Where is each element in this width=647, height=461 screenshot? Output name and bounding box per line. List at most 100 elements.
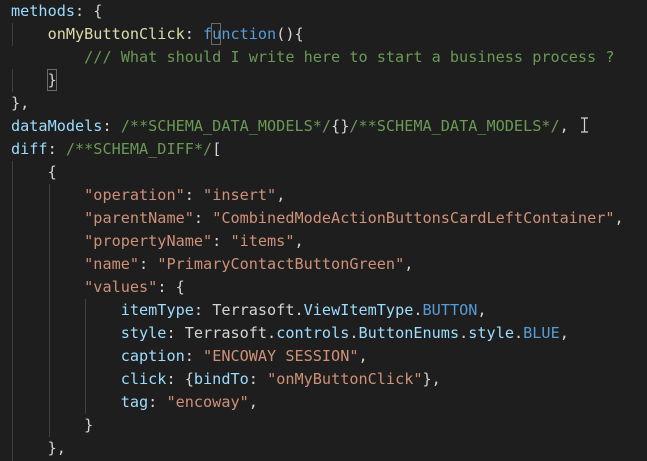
- code-token: "ENCOWAY SESSION": [203, 347, 359, 365]
- code-token: BUTTON: [422, 301, 478, 319]
- code-line[interactable]: diff: /**SCHEMA_DIFF*/[: [0, 138, 221, 161]
- code-token: "propertyName": [84, 232, 213, 250]
- code-line[interactable]: },: [0, 437, 66, 460]
- code-token: /**SCHEMA_DATA_MODELS*/: [120, 117, 332, 135]
- text-cursor-icon: [580, 117, 589, 133]
- code-line[interactable]: dataModels: /**SCHEMA_DATA_MODELS*/{}/**…: [0, 115, 569, 138]
- code-token: "operation": [84, 186, 185, 204]
- code-token: },: [11, 94, 30, 112]
- code-line[interactable]: },: [0, 92, 29, 115]
- code-token: ,: [477, 301, 487, 319]
- code-line[interactable]: "values": {: [0, 276, 185, 299]
- code-token: diff: [11, 140, 48, 158]
- code-line[interactable]: }: [0, 414, 93, 437]
- code-token: methods: [11, 2, 76, 20]
- code-token: "name": [84, 255, 140, 273]
- code-token: :: [193, 301, 213, 319]
- code-token: bindTo: [193, 370, 249, 388]
- code-token: :: [139, 255, 158, 273]
- code-token: onMyButtonClick: [47, 25, 185, 43]
- code-line[interactable]: tag: "encoway",: [0, 391, 258, 414]
- code-token: ButtonEnums: [358, 324, 460, 342]
- code-token: .: [513, 324, 524, 342]
- code-token: caption: [120, 347, 185, 365]
- code-token: : {: [157, 278, 185, 296]
- code-line[interactable]: {: [0, 161, 57, 184]
- code-token: :: [193, 209, 213, 227]
- code-token: dataModels: [11, 117, 103, 135]
- code-token: .: [267, 324, 277, 342]
- code-token: (){: [276, 25, 304, 43]
- code-token: :: [148, 393, 167, 411]
- code-token: "PrimaryContactButtonGreen": [157, 255, 405, 273]
- code-line[interactable]: /// What should I write here to start a …: [0, 46, 647, 69]
- code-token: .: [459, 324, 469, 342]
- bracket-match-highlight: [46, 69, 57, 91]
- code-line[interactable]: "operation": "insert",: [0, 184, 285, 207]
- code-token: controls: [276, 324, 350, 342]
- code-token: BLUE: [523, 324, 560, 342]
- code-token: style: [468, 324, 514, 342]
- code-token: ,: [404, 255, 414, 273]
- code-token: ,: [276, 186, 286, 204]
- code-line[interactable]: "propertyName": "items",: [0, 230, 304, 253]
- code-line[interactable]: click: {bindTo: "onMyButtonClick"},: [0, 368, 441, 391]
- code-token: .: [413, 301, 423, 319]
- code-token: },: [422, 370, 441, 388]
- code-token: :: [184, 186, 204, 204]
- code-line[interactable]: methods: {: [0, 0, 102, 23]
- code-token: :: [166, 324, 185, 342]
- code-token: :: [47, 140, 66, 158]
- code-line[interactable]: "parentName": "CombinedModeActionButtons…: [0, 207, 624, 230]
- code-token: ,: [294, 232, 304, 250]
- code-token: "onMyButtonClick": [267, 370, 423, 388]
- code-token: ,: [358, 347, 368, 365]
- code-token: /**SCHEMA_DATA_MODELS*/: [349, 117, 560, 135]
- code-line[interactable]: "name": "PrimaryContactButtonGreen",: [0, 253, 413, 276]
- code-editor[interactable]: methods: { onMyButtonClick: function(){ …: [0, 0, 647, 461]
- code-token: : {: [166, 370, 194, 388]
- code-token: "items": [230, 232, 295, 250]
- code-line[interactable]: style: Terrasoft.controls.ButtonEnums.st…: [0, 322, 569, 345]
- code-token: itemType: [120, 301, 194, 319]
- code-token: Terrasoft: [184, 324, 268, 342]
- code-line[interactable]: itemType: Terrasoft.ViewItemType.BUTTON,: [0, 299, 487, 322]
- code-token: "insert": [203, 186, 277, 204]
- code-token: :: [184, 347, 204, 365]
- code-token: :: [248, 370, 268, 388]
- code-token: :: [212, 232, 231, 250]
- code-line[interactable]: onMyButtonClick: function(){: [0, 23, 304, 46]
- code-token: },: [47, 439, 66, 457]
- code-token: /**SCHEMA_DIFF*/: [65, 140, 213, 158]
- code-token: ,: [248, 393, 258, 411]
- code-token: /// What should I write here to start a …: [84, 48, 615, 66]
- code-token: {: [47, 163, 57, 181]
- code-token: "encoway": [166, 393, 249, 411]
- code-token: .: [294, 301, 304, 319]
- code-line[interactable]: caption: "ENCOWAY SESSION",: [0, 345, 368, 368]
- code-token: .: [349, 324, 359, 342]
- code-token: ViewItemType: [303, 301, 414, 319]
- code-token: tag: [120, 393, 149, 411]
- code-token: [: [212, 140, 222, 158]
- code-token: ,: [559, 324, 569, 342]
- code-token: :: [184, 25, 204, 43]
- code-token: "values": [84, 278, 158, 296]
- code-token: :: [102, 117, 121, 135]
